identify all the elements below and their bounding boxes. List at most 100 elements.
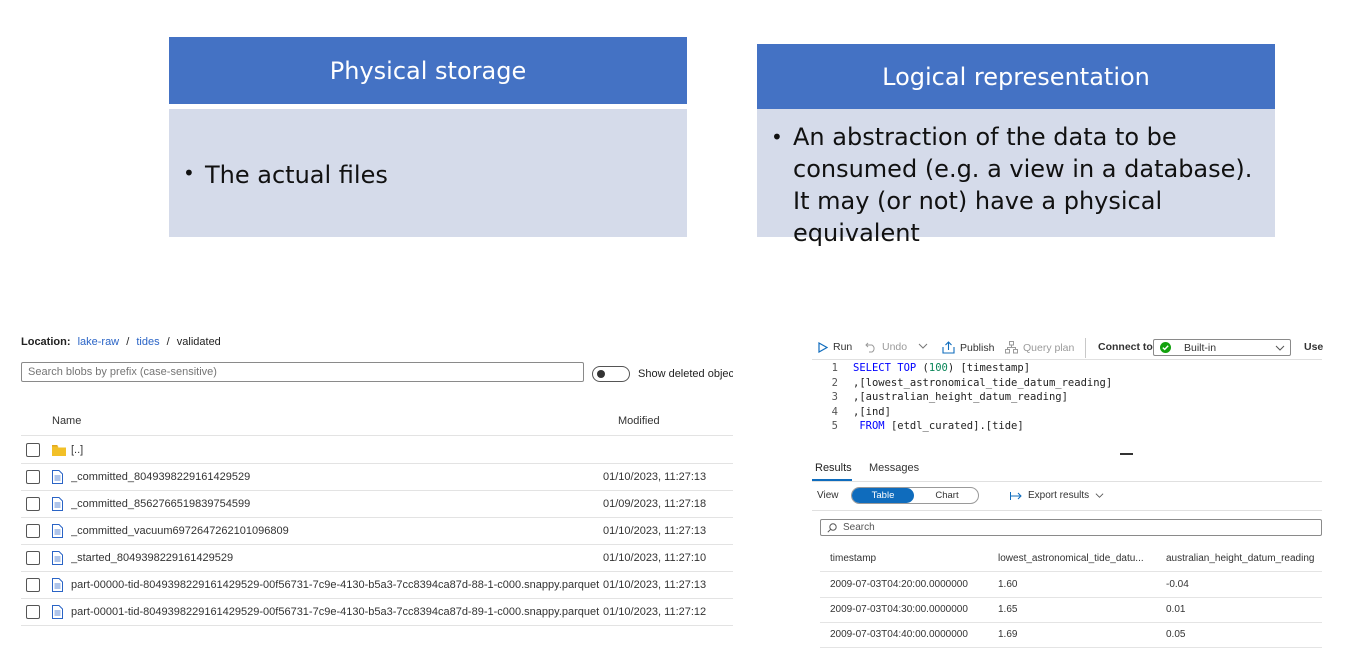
file-icon: [52, 523, 66, 538]
tab-messages-label: Messages: [869, 462, 920, 474]
line-number: 1: [831, 362, 838, 374]
splitter-handle[interactable]: [1120, 453, 1133, 455]
column-header-modified[interactable]: Modified: [618, 415, 660, 427]
row-modified: 01/09/2023, 11:27:18: [603, 497, 707, 510]
publish-label: Publish: [960, 341, 995, 354]
row-checkbox[interactable]: [26, 469, 40, 484]
run-button[interactable]: Run: [818, 341, 852, 353]
publish-button[interactable]: Publish: [942, 341, 994, 354]
connection-select[interactable]: Built-in: [1153, 339, 1291, 356]
sql-keyword: SELECT TOP: [853, 362, 923, 374]
physical-storage-title: Physical storage: [169, 37, 687, 104]
row-name: [..]: [71, 443, 84, 456]
breadcrumb-current: validated: [176, 336, 221, 348]
row-checkbox[interactable]: [26, 577, 40, 592]
view-chart-option[interactable]: Chart: [916, 488, 978, 503]
list-item[interactable]: [..]: [21, 436, 733, 464]
table-row[interactable]: 2009-07-03T04:20:00.0000000 1.60 -0.04: [820, 572, 1322, 598]
line-number: 5: [831, 420, 838, 432]
query-plan-button[interactable]: Query plan: [1005, 341, 1074, 354]
sql-text: ,[ind]: [853, 406, 891, 418]
toolbar-divider: [1085, 338, 1086, 358]
line-number: 4: [831, 406, 838, 418]
breadcrumb-folder[interactable]: tides: [136, 336, 159, 348]
table-row[interactable]: 2009-07-03T04:40:00.0000000 1.69 0.05: [820, 622, 1322, 648]
column-name-label: Name: [52, 415, 82, 427]
table-cell: 0.01: [1166, 604, 1186, 615]
code-line[interactable]: 5 FROM [etdl_curated].[tide]: [820, 420, 1024, 434]
bullet-dot: •: [183, 161, 195, 185]
view-label-text: View: [817, 490, 839, 501]
code-line[interactable]: 1 SELECT TOP (100) [timestamp]: [820, 362, 1030, 376]
undo-dropdown-chevron-icon[interactable]: [918, 341, 928, 351]
row-checkbox[interactable]: [26, 523, 40, 538]
row-modified: 01/10/2023, 11:27:13: [603, 470, 707, 483]
table-cell: 1.60: [998, 579, 1018, 590]
physical-storage-title-text: Physical storage: [329, 56, 527, 85]
row-checkbox[interactable]: [26, 604, 40, 619]
row-name: part-00000-tid-8049398229161429529-00f56…: [71, 578, 600, 591]
physical-bullet: • The actual files: [183, 161, 388, 189]
tab-messages[interactable]: Messages: [869, 462, 919, 474]
list-item[interactable]: _committed_8049398229161429529 01/10/202…: [21, 463, 733, 491]
file-icon: [52, 550, 66, 565]
logical-representation-title: Logical representation: [757, 44, 1275, 109]
table-cell: 2009-07-03T04:20:00.0000000: [830, 579, 968, 590]
code-line[interactable]: 3 ,[australian_height_datum_reading]: [820, 391, 1068, 405]
physical-storage-body: • The actual files: [169, 109, 687, 237]
logical-representation-body: • An abstraction of the data to be consu…: [757, 109, 1275, 247]
table-row[interactable]: 2009-07-03T04:30:00.0000000 1.65 0.01: [820, 597, 1322, 623]
code-line[interactable]: 2 ,[lowest_astronomical_tide_datum_readin…: [820, 377, 1113, 391]
folder-icon: [52, 444, 66, 456]
view-label: View: [817, 490, 839, 501]
results-column-header[interactable]: lowest_astronomical_tide_datu...: [998, 553, 1166, 564]
location-label: Location:: [21, 336, 71, 348]
results-column-header[interactable]: timestamp: [820, 553, 998, 564]
row-name: _started_8049398229161429529: [71, 551, 234, 564]
show-deleted-label: Show deleted objects: [638, 368, 733, 380]
use-text: Use: [1304, 341, 1324, 353]
bullet-dot: •: [771, 125, 783, 149]
row-modified: 01/10/2023, 11:27:13: [603, 578, 707, 591]
row-name: part-00001-tid-8049398229161429529-00f56…: [71, 605, 600, 618]
tab-results[interactable]: Results: [815, 462, 852, 474]
view-table-option[interactable]: Table: [852, 488, 914, 503]
show-deleted-toggle[interactable]: [592, 366, 630, 382]
view-toggle: Table Chart: [851, 487, 979, 504]
row-checkbox[interactable]: [26, 496, 40, 511]
row-checkbox[interactable]: [26, 442, 40, 457]
list-item[interactable]: _committed_vacuum6972647262101096809 01/…: [21, 517, 733, 545]
list-item[interactable]: _started_8049398229161429529 01/10/2023,…: [21, 544, 733, 572]
physical-bullet-text: The actual files: [205, 161, 388, 189]
list-item[interactable]: part-00000-tid-8049398229161429529-00f56…: [21, 571, 733, 599]
logical-bullet-text: An abstraction of the data to be consume…: [793, 123, 1253, 247]
search-blobs-input[interactable]: [21, 362, 584, 382]
results-header-row: timestamp lowest_astronomical_tide_datu.…: [820, 545, 1322, 572]
view-chart-label: Chart: [935, 490, 959, 501]
results-column-header[interactable]: australian_height_datum_reading: [1166, 553, 1316, 564]
line-number: 3: [831, 391, 838, 403]
undo-button[interactable]: Undo: [865, 341, 907, 353]
list-item[interactable]: part-00001-tid-8049398229161429529-00f56…: [21, 598, 733, 626]
table-cell: 1.65: [998, 604, 1018, 615]
column-header-name[interactable]: Name: [52, 415, 81, 427]
list-item[interactable]: _committed_8562766519839754599 01/09/202…: [21, 490, 733, 518]
table-cell: 0.05: [1166, 629, 1186, 640]
line-number: 2: [831, 377, 838, 389]
sql-keyword: FROM: [853, 420, 891, 432]
results-search-box[interactable]: Search: [820, 519, 1322, 536]
row-modified: 01/10/2023, 11:27:10: [603, 551, 707, 564]
breadcrumb-container[interactable]: lake-raw: [78, 336, 120, 348]
file-icon: [52, 496, 66, 511]
code-line[interactable]: 4 ,[ind]: [820, 406, 891, 420]
toolbar-bottom-border: [812, 359, 1322, 360]
row-checkbox[interactable]: [26, 550, 40, 565]
breadcrumb-separator: /: [126, 336, 130, 348]
results-search-placeholder: Search: [843, 522, 875, 533]
connect-to-label: Connect to: [1098, 341, 1153, 353]
logical-bullet: • An abstraction of the data to be consu…: [771, 121, 1261, 249]
check-circle-icon: [1160, 342, 1171, 353]
table-cell: 1.69: [998, 629, 1018, 640]
view-table-label: Table: [871, 490, 895, 501]
export-results-button[interactable]: Export results: [1010, 490, 1104, 501]
